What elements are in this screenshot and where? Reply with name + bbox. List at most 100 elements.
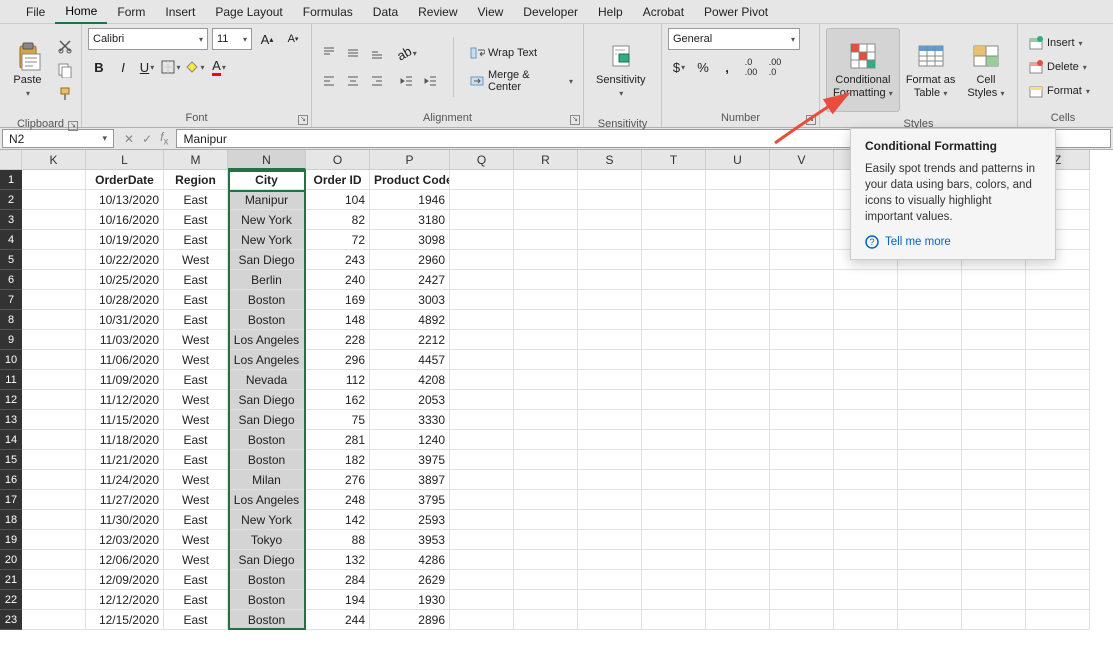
cell[interactable] [514, 550, 578, 570]
cell[interactable]: East [164, 190, 228, 210]
cell[interactable] [898, 470, 962, 490]
cell[interactable]: 10/28/2020 [86, 290, 164, 310]
col-header-S[interactable]: S [578, 150, 642, 170]
cell[interactable] [578, 230, 642, 250]
cell[interactable] [898, 590, 962, 610]
cell[interactable] [1026, 610, 1090, 630]
cell[interactable] [1026, 470, 1090, 490]
cell[interactable]: OrderDate [86, 170, 164, 190]
cell[interactable] [642, 550, 706, 570]
cell[interactable] [706, 230, 770, 250]
cell[interactable] [706, 170, 770, 190]
cell[interactable] [706, 190, 770, 210]
grow-font-button[interactable]: A▴ [256, 28, 278, 50]
cell[interactable] [706, 330, 770, 350]
cell[interactable] [962, 290, 1026, 310]
cell[interactable] [450, 370, 514, 390]
cell[interactable] [962, 350, 1026, 370]
cell[interactable] [706, 510, 770, 530]
cell[interactable]: 2053 [370, 390, 450, 410]
cell[interactable] [962, 510, 1026, 530]
font-color-button[interactable]: A▾ [208, 56, 230, 78]
cell[interactable]: 4457 [370, 350, 450, 370]
cell[interactable]: 11/27/2020 [86, 490, 164, 510]
cell[interactable] [770, 510, 834, 530]
cell[interactable] [514, 290, 578, 310]
cell[interactable] [514, 570, 578, 590]
comma-button[interactable]: , [716, 56, 738, 78]
cell[interactable]: 244 [306, 610, 370, 630]
cell[interactable] [962, 370, 1026, 390]
cell[interactable]: 2896 [370, 610, 450, 630]
cell[interactable]: 3098 [370, 230, 450, 250]
cell[interactable] [22, 430, 86, 450]
cell[interactable] [1026, 330, 1090, 350]
cell[interactable] [706, 350, 770, 370]
cell[interactable] [450, 590, 514, 610]
col-header-P[interactable]: P [370, 150, 450, 170]
tooltip-tell-me-more-link[interactable]: ? Tell me more [865, 235, 1041, 249]
cell[interactable] [578, 350, 642, 370]
cell[interactable] [578, 330, 642, 350]
cell[interactable]: 12/03/2020 [86, 530, 164, 550]
cell[interactable]: 104 [306, 190, 370, 210]
cell[interactable] [578, 530, 642, 550]
menu-developer[interactable]: Developer [513, 1, 588, 23]
cell[interactable] [770, 370, 834, 390]
font-size-combo[interactable]: 11▾ [212, 28, 252, 50]
cell[interactable] [770, 170, 834, 190]
cell[interactable] [450, 190, 514, 210]
cell[interactable] [1026, 290, 1090, 310]
cell[interactable] [22, 410, 86, 430]
row-header[interactable]: 3 [0, 210, 22, 230]
cell[interactable] [962, 410, 1026, 430]
cell[interactable] [22, 210, 86, 230]
cell[interactable]: 3897 [370, 470, 450, 490]
cell[interactable] [770, 570, 834, 590]
cell[interactable] [834, 410, 898, 430]
cell[interactable]: City [228, 170, 306, 190]
row-header[interactable]: 1 [0, 170, 22, 190]
cell[interactable] [770, 590, 834, 610]
cell[interactable]: 169 [306, 290, 370, 310]
cell[interactable] [898, 330, 962, 350]
cell[interactable]: 10/16/2020 [86, 210, 164, 230]
cell[interactable]: 248 [306, 490, 370, 510]
cell[interactable] [706, 270, 770, 290]
currency-button[interactable]: $▾ [668, 56, 690, 78]
cell[interactable]: Boston [228, 290, 306, 310]
cell[interactable]: 10/22/2020 [86, 250, 164, 270]
cell[interactable] [22, 470, 86, 490]
col-header-R[interactable]: R [514, 150, 578, 170]
cell[interactable] [642, 270, 706, 290]
cell[interactable] [642, 590, 706, 610]
cell[interactable] [514, 410, 578, 430]
cell[interactable] [898, 490, 962, 510]
cell[interactable] [770, 250, 834, 270]
cell[interactable]: Boston [228, 590, 306, 610]
cell[interactable] [770, 430, 834, 450]
number-format-combo[interactable]: General▾ [668, 28, 800, 50]
align-bottom-button[interactable] [366, 42, 388, 64]
row-header[interactable]: 15 [0, 450, 22, 470]
cell[interactable] [22, 170, 86, 190]
cell[interactable] [962, 270, 1026, 290]
menu-form[interactable]: Form [107, 1, 155, 23]
cell[interactable] [578, 430, 642, 450]
cancel-formula-icon[interactable]: ✕ [124, 132, 134, 146]
cell[interactable] [22, 550, 86, 570]
cell[interactable] [642, 510, 706, 530]
cell[interactable] [514, 490, 578, 510]
cell[interactable] [706, 390, 770, 410]
cell[interactable] [578, 250, 642, 270]
cell[interactable]: Boston [228, 310, 306, 330]
cell[interactable] [706, 290, 770, 310]
cell[interactable]: Boston [228, 450, 306, 470]
cell[interactable] [706, 450, 770, 470]
row-header[interactable]: 22 [0, 590, 22, 610]
cell[interactable] [450, 270, 514, 290]
cell[interactable] [770, 310, 834, 330]
cell[interactable] [22, 330, 86, 350]
cell[interactable] [898, 610, 962, 630]
cell[interactable] [450, 470, 514, 490]
